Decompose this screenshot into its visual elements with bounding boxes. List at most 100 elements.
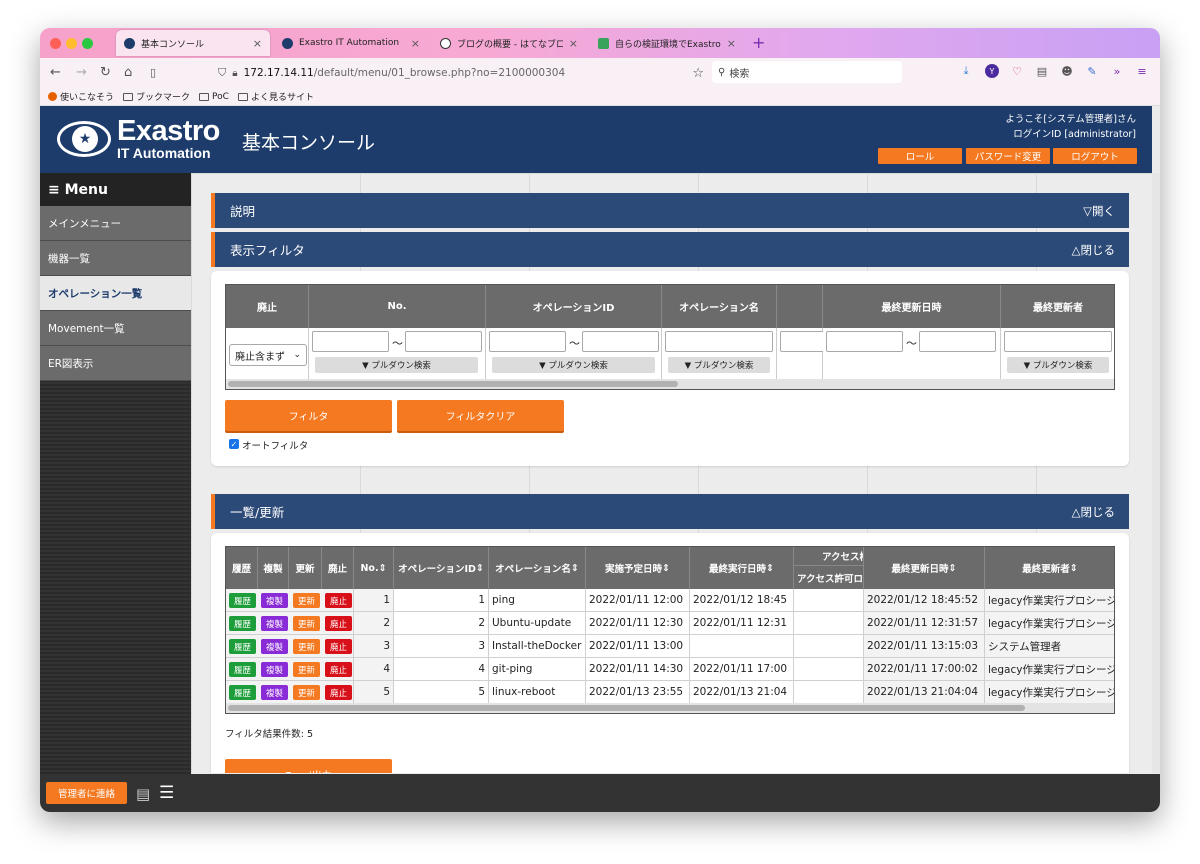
- translate-icon[interactable]: ✎: [1085, 64, 1099, 78]
- bookmark-item[interactable]: 使いこなそう: [48, 90, 114, 103]
- update-button[interactable]: 更新: [293, 593, 320, 608]
- reader-view-icon[interactable]: ▯: [150, 66, 156, 79]
- close-window-button[interactable]: [50, 38, 61, 49]
- sidebar-item-main-menu[interactable]: メインメニュー: [40, 206, 191, 241]
- sidebar-icon[interactable]: ▤: [1035, 64, 1049, 78]
- no-to-input[interactable]: [405, 331, 482, 352]
- reload-icon[interactable]: ↻: [100, 65, 111, 80]
- tab-close-icon[interactable]: ×: [727, 37, 736, 50]
- search-input[interactable]: ⚲ 検索: [712, 61, 902, 83]
- minimize-window-button[interactable]: [66, 38, 77, 49]
- list-table-scrollbar[interactable]: [226, 703, 1114, 713]
- no-from-input[interactable]: [312, 331, 389, 352]
- list-view-icon[interactable]: ☰: [159, 783, 174, 803]
- updated-to-input[interactable]: [919, 331, 996, 352]
- pocket-icon[interactable]: ♡: [1010, 64, 1024, 78]
- overflow-menu-icon[interactable]: »: [1110, 64, 1124, 78]
- scrollbar-thumb[interactable]: [228, 705, 1025, 711]
- bookmark-star-icon[interactable]: ☆: [692, 66, 704, 81]
- history-button[interactable]: 履歴: [229, 616, 256, 631]
- scrollbar-thumb[interactable]: [228, 381, 678, 387]
- copy-button[interactable]: 複製: [261, 616, 288, 631]
- collapse-toggle[interactable]: △閉じる: [1072, 504, 1115, 520]
- pulldown-search-button[interactable]: ▼ プルダウン検索: [492, 357, 655, 373]
- copy-button[interactable]: 複製: [261, 662, 288, 677]
- sidebar-item-er-diagram[interactable]: ER図表示: [40, 346, 191, 381]
- tab-close-icon[interactable]: ×: [569, 37, 578, 50]
- opid-to-input[interactable]: [582, 331, 659, 352]
- tab-close-icon[interactable]: ×: [253, 37, 262, 50]
- discard-button[interactable]: 廃止: [325, 616, 352, 631]
- copy-button[interactable]: 複製: [261, 593, 288, 608]
- hamburger-menu-icon[interactable]: ≡: [1135, 64, 1149, 78]
- discard-button[interactable]: 廃止: [325, 685, 352, 700]
- sidebar-item-devices[interactable]: 機器一覧: [40, 241, 191, 276]
- history-button[interactable]: 履歴: [229, 685, 256, 700]
- copy-button[interactable]: 複製: [261, 639, 288, 654]
- history-button[interactable]: 履歴: [229, 593, 256, 608]
- discard-button[interactable]: 廃止: [325, 662, 352, 677]
- filter-clear-button[interactable]: フィルタクリア: [397, 400, 564, 431]
- update-button[interactable]: 更新: [293, 685, 320, 700]
- change-password-button[interactable]: パスワード変更: [966, 148, 1050, 164]
- maximize-window-button[interactable]: [82, 38, 93, 49]
- tab-close-icon[interactable]: ×: [411, 37, 420, 50]
- pulldown-search-button[interactable]: ▼ プルダウン検索: [1007, 357, 1109, 373]
- layout-toggle-icon[interactable]: ▤: [136, 785, 150, 803]
- section-filter[interactable]: 表示フィルタ △閉じる: [211, 232, 1129, 267]
- sidebar-item-movements[interactable]: Movement一覧: [40, 311, 191, 346]
- history-button[interactable]: 履歴: [229, 662, 256, 677]
- bookmark-folder[interactable]: ブックマーク: [123, 90, 190, 103]
- auto-filter-checkbox[interactable]: ✓: [229, 439, 239, 449]
- new-tab-button[interactable]: +: [752, 33, 765, 52]
- filter-button[interactable]: フィルタ: [225, 400, 392, 431]
- updated-from-input[interactable]: [826, 331, 903, 352]
- discard-button[interactable]: 廃止: [325, 639, 352, 654]
- filter-table-scrollbar[interactable]: [226, 379, 1114, 389]
- address-bar[interactable]: ⛉ 🔒︎ 172.17.14.11 /default/menu/01_brows…: [218, 61, 708, 85]
- contact-admin-button[interactable]: 管理者に連絡: [46, 782, 127, 804]
- download-icon[interactable]: ⤓: [959, 64, 973, 78]
- bookmark-folder[interactable]: PoC: [199, 92, 229, 102]
- menu-heading[interactable]: ≡ Menu: [40, 173, 191, 206]
- forward-icon[interactable]: →: [76, 65, 87, 80]
- col-header-operation-name[interactable]: オペレーション名 ⇕: [489, 547, 586, 589]
- col-header-no[interactable]: No. ⇕: [354, 547, 394, 589]
- col-header-last-exec[interactable]: 最終実行日時 ⇕: [690, 547, 794, 589]
- yahoo-extension-icon[interactable]: Y: [985, 64, 999, 78]
- browser-tab-3[interactable]: ブログの概要 - はてなブログ ×: [432, 30, 586, 56]
- expand-toggle[interactable]: ▽開く: [1083, 203, 1115, 219]
- sidebar-item-operations[interactable]: オペレーション一覧: [40, 276, 191, 311]
- page-scrollbar[interactable]: [1152, 173, 1160, 773]
- extension-icon[interactable]: ☻: [1060, 64, 1074, 78]
- update-button[interactable]: 更新: [293, 639, 320, 654]
- updated-by-input[interactable]: [1004, 331, 1112, 352]
- col-header-scheduled[interactable]: 実施予定日時 ⇕: [586, 547, 690, 589]
- home-icon[interactable]: ⌂: [124, 65, 132, 80]
- collapse-toggle[interactable]: △閉じる: [1072, 242, 1115, 258]
- discard-select[interactable]: 廃止含まず ⌄: [229, 344, 307, 366]
- back-icon[interactable]: ←: [50, 65, 61, 80]
- browser-tab-1[interactable]: 基本コンソール ×: [116, 30, 270, 56]
- col-header-operation-id[interactable]: オペレーションID ⇕: [394, 547, 489, 589]
- logout-button[interactable]: ログアウト: [1053, 148, 1137, 164]
- section-list[interactable]: 一覧/更新 △閉じる: [211, 494, 1129, 529]
- bookmark-folder[interactable]: よく見るサイト: [237, 90, 314, 103]
- col-header-updated-at[interactable]: 最終更新日時 ⇕: [864, 547, 985, 589]
- discard-button[interactable]: 廃止: [325, 593, 352, 608]
- history-button[interactable]: 履歴: [229, 639, 256, 654]
- browser-tab-2[interactable]: Exastro IT Automation ×: [274, 30, 428, 56]
- col-header-updated-by[interactable]: 最終更新者 ⇕: [985, 547, 1114, 589]
- section-description[interactable]: 説明 ▽開く: [211, 193, 1129, 228]
- browser-tab-4[interactable]: 自らの検証環境でExastro ITAを利 ×: [590, 30, 744, 56]
- excel-export-button[interactable]: Excel出力: [225, 759, 392, 773]
- pulldown-search-button[interactable]: ▼ プルダウン検索: [315, 357, 478, 373]
- hidden-column-input[interactable]: [780, 331, 826, 352]
- update-button[interactable]: 更新: [293, 662, 320, 677]
- opid-from-input[interactable]: [489, 331, 566, 352]
- update-button[interactable]: 更新: [293, 616, 320, 631]
- opname-input[interactable]: [665, 331, 773, 352]
- pulldown-search-button[interactable]: ▼ プルダウン検索: [668, 357, 770, 373]
- role-button[interactable]: ロール: [878, 148, 962, 164]
- copy-button[interactable]: 複製: [261, 685, 288, 700]
